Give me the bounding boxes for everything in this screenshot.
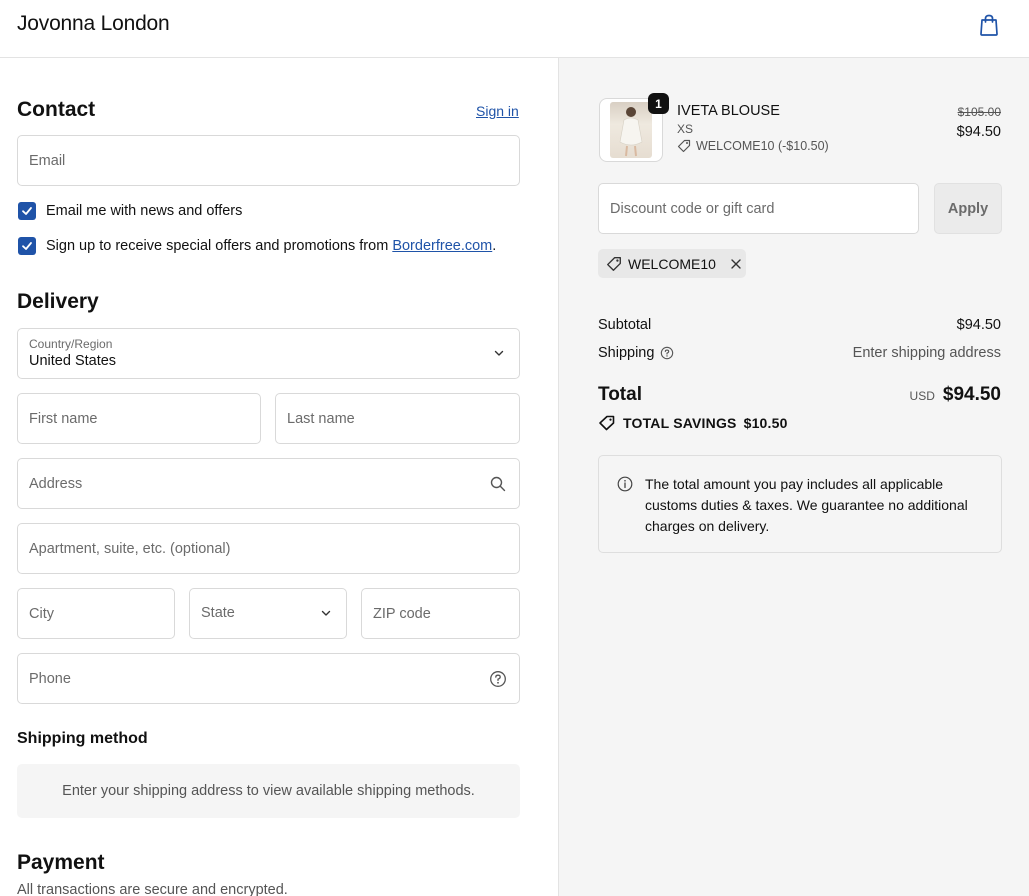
total-amount: USD $94.50 bbox=[910, 384, 1001, 406]
promo-checkbox-label: Sign up to receive special offers and pr… bbox=[46, 238, 497, 254]
check-icon bbox=[22, 207, 32, 215]
product-discount-label: WELCOME10 (-$10.50) bbox=[696, 139, 829, 153]
promo-checkbox-row[interactable]: Sign up to receive special offers and pr… bbox=[18, 236, 496, 256]
sign-in-link[interactable]: Sign in bbox=[476, 103, 519, 119]
shipping-label: Shipping bbox=[598, 345, 655, 361]
product-image bbox=[610, 102, 652, 158]
city-field[interactable]: City bbox=[17, 588, 175, 639]
country-value: United States bbox=[29, 353, 117, 369]
site-header: Jovonna London bbox=[0, 0, 1029, 58]
email-placeholder: Email bbox=[29, 153, 66, 169]
phone-field[interactable]: Phone bbox=[17, 653, 520, 704]
news-checkbox-row[interactable]: Email me with news and offers bbox=[18, 201, 242, 221]
apartment-field[interactable]: Apartment, suite, etc. (optional) bbox=[17, 523, 520, 574]
product-variant: XS bbox=[677, 122, 694, 136]
state-placeholder: State bbox=[201, 605, 235, 621]
phone-placeholder: Phone bbox=[29, 671, 71, 687]
address-field[interactable]: Address bbox=[17, 458, 520, 509]
brand-name[interactable]: Jovonna London bbox=[17, 12, 170, 36]
promo-checkbox[interactable] bbox=[18, 237, 36, 255]
product-thumbnail: 1 bbox=[599, 93, 669, 162]
product-original-price: $105.00 bbox=[957, 105, 1001, 119]
payment-heading: Payment bbox=[17, 851, 105, 874]
total-savings: TOTAL SAVINGS $10.50 bbox=[598, 415, 788, 431]
city-placeholder: City bbox=[29, 606, 54, 622]
info-icon bbox=[617, 476, 633, 492]
quantity-badge: 1 bbox=[648, 93, 669, 114]
order-summary: 1 IVETA BLOUSE XS WELCOME10 (-$10.50) $1… bbox=[558, 58, 1029, 896]
news-checkbox[interactable] bbox=[18, 202, 36, 220]
borderfree-link[interactable]: Borderfree.com bbox=[392, 238, 492, 254]
subtotal-value: $94.50 bbox=[956, 317, 1001, 333]
product-discount: WELCOME10 (-$10.50) bbox=[677, 139, 829, 153]
first-name-field[interactable]: First name bbox=[17, 393, 261, 444]
chevron-down-icon bbox=[321, 610, 331, 616]
chevron-down-icon bbox=[494, 350, 504, 356]
savings-label: TOTAL SAVINGS bbox=[623, 415, 737, 431]
discount-code-input[interactable]: Discount code or gift card bbox=[598, 183, 919, 234]
remove-discount-icon[interactable] bbox=[730, 258, 742, 270]
country-label: Country/Region bbox=[29, 337, 113, 351]
discount-code-placeholder: Discount code or gift card bbox=[610, 201, 775, 217]
address-placeholder: Address bbox=[29, 476, 83, 492]
apply-button[interactable]: Apply bbox=[934, 183, 1002, 234]
shipping-value: Enter shipping address bbox=[852, 345, 1001, 361]
last-name-field[interactable]: Last name bbox=[275, 393, 520, 444]
apartment-placeholder: Apartment, suite, etc. (optional) bbox=[29, 541, 231, 557]
subtotal-label: Subtotal bbox=[598, 317, 652, 333]
zip-placeholder: ZIP code bbox=[373, 606, 431, 622]
zip-field[interactable]: ZIP code bbox=[361, 588, 520, 639]
search-icon[interactable] bbox=[489, 475, 507, 493]
shipping-method-notice: Enter your shipping address to view avai… bbox=[17, 764, 520, 818]
news-checkbox-label: Email me with news and offers bbox=[46, 203, 243, 219]
product-price: $94.50 bbox=[956, 124, 1001, 140]
payment-subtitle: All transactions are secure and encrypte… bbox=[17, 882, 288, 896]
applied-discount-code: WELCOME10 bbox=[628, 255, 716, 272]
tag-icon bbox=[607, 256, 621, 271]
check-icon bbox=[22, 242, 32, 250]
product-name: IVETA BLOUSE bbox=[677, 103, 780, 119]
contact-heading: Contact bbox=[17, 98, 96, 121]
country-select[interactable]: Country/Region United States bbox=[17, 328, 520, 379]
total-label: Total bbox=[598, 384, 642, 405]
shipping-row: Shipping bbox=[598, 345, 674, 361]
total-currency: USD bbox=[909, 389, 935, 403]
first-name-placeholder: First name bbox=[29, 411, 98, 427]
delivery-heading: Delivery bbox=[17, 290, 99, 313]
checkout-form: Contact Sign in Email Email me with news… bbox=[0, 58, 558, 896]
applied-discount-tag: WELCOME10 bbox=[598, 249, 746, 278]
shipping-method-heading: Shipping method bbox=[17, 730, 148, 747]
last-name-placeholder: Last name bbox=[287, 411, 355, 427]
email-field[interactable]: Email bbox=[17, 135, 520, 186]
tag-icon bbox=[677, 139, 691, 153]
help-circle-icon[interactable] bbox=[489, 670, 507, 688]
help-circle-icon[interactable] bbox=[660, 346, 674, 360]
duties-notice: The total amount you pay includes all ap… bbox=[598, 455, 1002, 553]
state-select[interactable]: State bbox=[189, 588, 347, 639]
duties-notice-text: The total amount you pay includes all ap… bbox=[645, 476, 968, 534]
shipping-method-message: Enter your shipping address to view avai… bbox=[62, 783, 475, 799]
tag-icon bbox=[599, 415, 615, 431]
savings-value: $10.50 bbox=[743, 415, 788, 431]
shopping-bag-icon[interactable] bbox=[976, 12, 1002, 38]
total-value: $94.50 bbox=[942, 384, 1001, 405]
